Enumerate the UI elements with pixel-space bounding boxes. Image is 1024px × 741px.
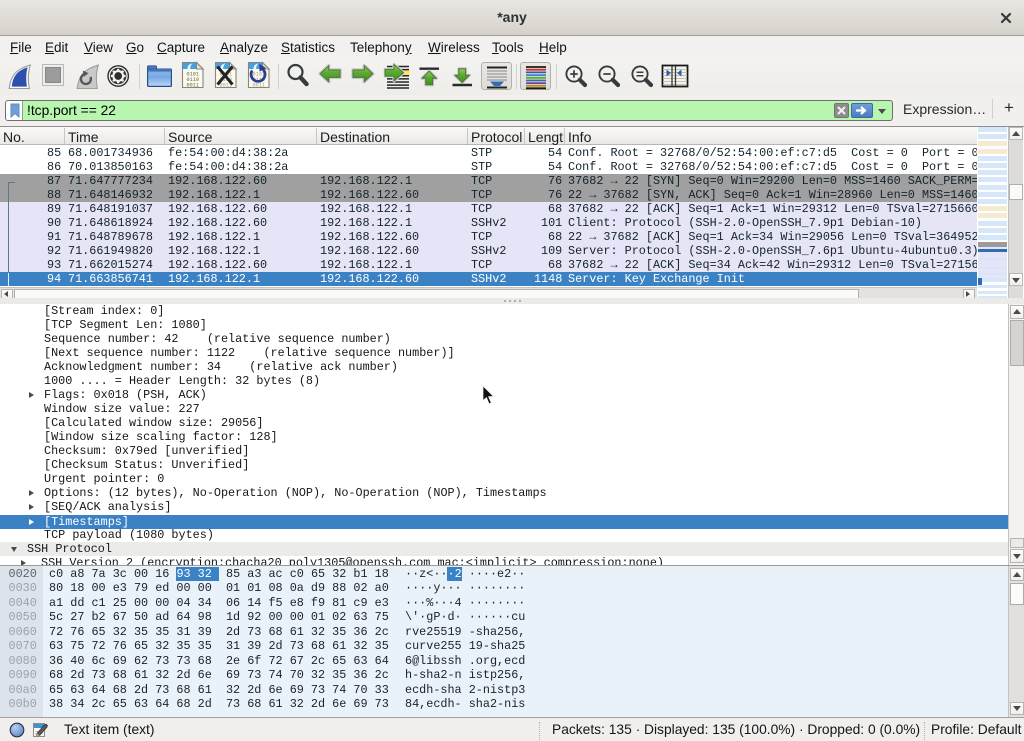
svg-text:0011: 0011 bbox=[253, 83, 265, 89]
svg-text:0011: 0011 bbox=[187, 83, 199, 89]
